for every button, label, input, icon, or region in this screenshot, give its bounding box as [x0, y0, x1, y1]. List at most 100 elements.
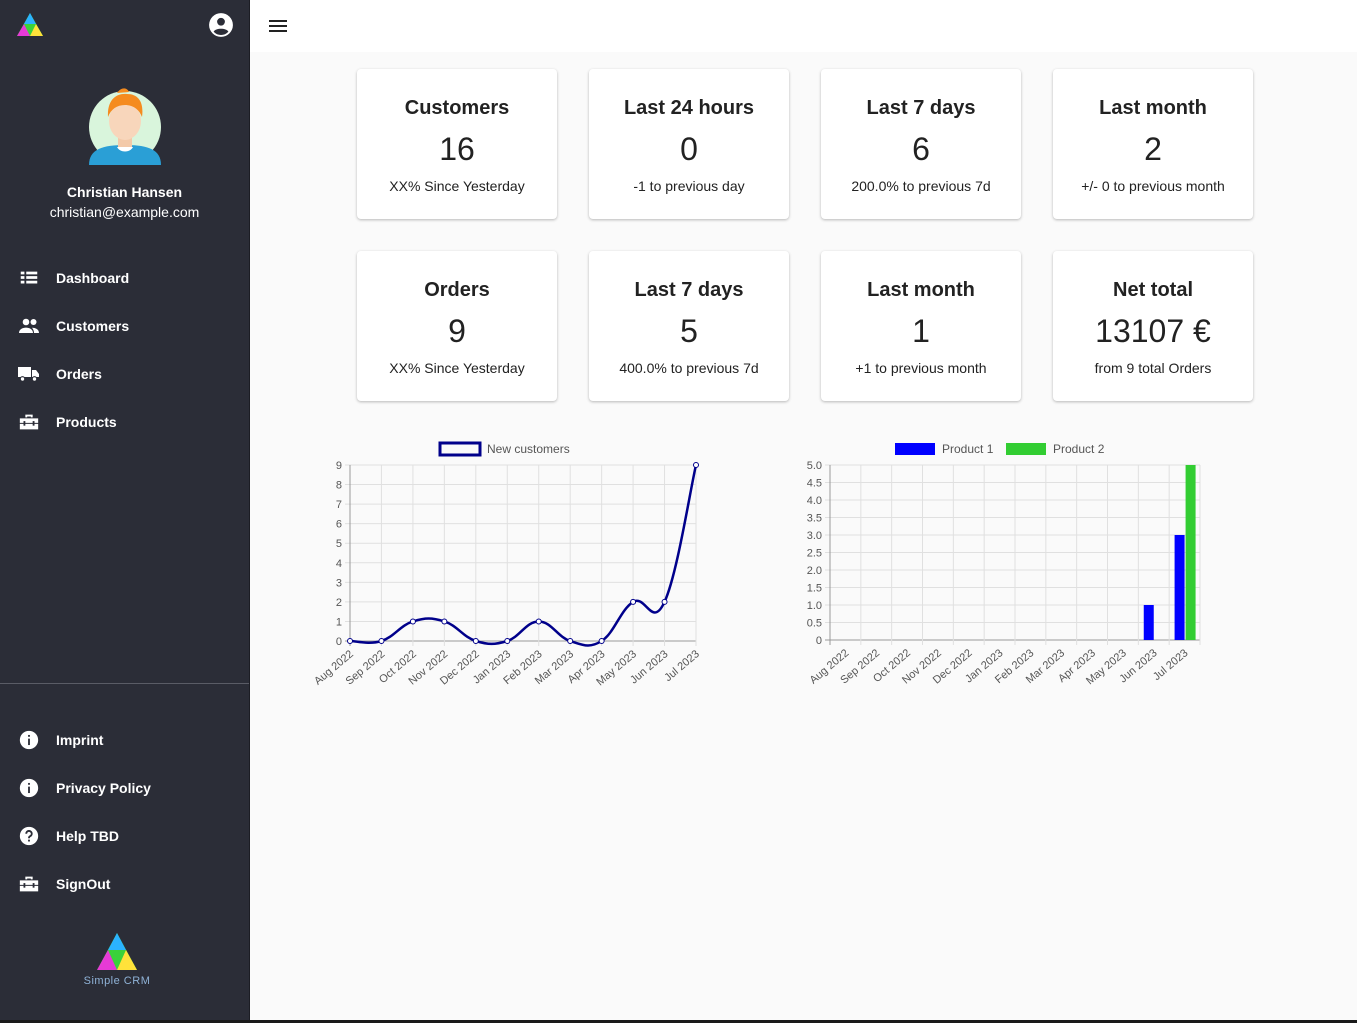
stat-card-customers-month: Last month 2 +/- 0 to previous month [1053, 69, 1253, 219]
card-value: 13107 € [1095, 313, 1211, 349]
y-tick-label: 9 [336, 460, 342, 472]
stat-card-customers-7d: Last 7 days 6 200.0% to previous 7d [821, 69, 1021, 219]
sidebar-item-label: Help TBD [56, 828, 119, 844]
y-tick-label: 3.5 [807, 513, 822, 525]
products-bar-chart: 00.51.01.52.02.53.03.54.04.55.0Aug 2022S… [807, 442, 1201, 687]
bar [1143, 605, 1154, 640]
card-value: 0 [680, 131, 698, 167]
sidebar-item-help[interactable]: Help TBD [0, 816, 249, 856]
card-title: Last 7 days [634, 279, 744, 301]
info-icon [17, 728, 41, 752]
app-logo-icon[interactable] [16, 12, 44, 38]
card-value: 16 [439, 131, 475, 167]
sidebar-item-customers[interactable]: Customers [0, 306, 249, 346]
data-point [409, 618, 416, 625]
card-value: 1 [912, 313, 930, 349]
y-tick-label: 1.5 [807, 583, 822, 595]
data-point [347, 638, 353, 644]
dashboard-icon [17, 266, 41, 290]
y-tick-label: 5.0 [807, 460, 822, 472]
people-icon [17, 314, 41, 338]
card-subtitle: XX% Since Yesterday [389, 360, 525, 376]
stat-card-orders-7d: Last 7 days 5 400.0% to previous 7d [589, 251, 789, 401]
card-title: Last 24 hours [623, 97, 755, 119]
avatar [89, 88, 161, 165]
data-point [630, 598, 637, 605]
card-title: Orders [424, 279, 490, 301]
sidebar-item-signout[interactable]: SignOut [0, 864, 249, 904]
data-point [535, 618, 542, 625]
card-title: Last 7 days [866, 97, 976, 119]
sidebar-item-label: Imprint [56, 732, 104, 748]
x-tick-label: Jul 2023 [662, 648, 702, 684]
legend-swatch [1006, 443, 1046, 455]
series-line [349, 464, 698, 647]
sidebar-item-privacy-policy[interactable]: Privacy Policy [0, 768, 249, 808]
toolbox-icon [17, 872, 41, 896]
data-point [661, 598, 668, 605]
card-title: Customers [404, 97, 510, 119]
legend-swatch [895, 443, 935, 455]
card-title: Net total [1113, 279, 1193, 301]
sidebar-item-label: SignOut [56, 876, 111, 892]
card-subtitle: +1 to previous month [855, 360, 987, 376]
sidebar-item-label: Privacy Policy [56, 780, 151, 796]
data-point [567, 638, 574, 644]
stat-card-customers: Customers 16 XX% Since Yesterday [357, 69, 557, 219]
card-value: 9 [448, 313, 466, 349]
y-tick-label: 5 [336, 538, 342, 550]
sidebar-item-products[interactable]: Products [0, 402, 249, 442]
card-subtitle: 200.0% to previous 7d [851, 178, 991, 194]
y-tick-label: 8 [336, 480, 342, 492]
bar [1174, 535, 1185, 640]
truck-icon [17, 362, 41, 386]
y-tick-label: 0 [336, 636, 342, 648]
sidebar-item-orders[interactable]: Orders [0, 354, 249, 394]
sidebar-divider [0, 683, 249, 684]
sidebar-item-label: Dashboard [56, 270, 130, 286]
sidebar-item-imprint[interactable]: Imprint [0, 720, 249, 760]
y-tick-label: 7 [336, 499, 342, 511]
top-bar [250, 0, 1357, 52]
y-tick-label: 0.5 [807, 618, 822, 630]
card-subtitle: from 9 total Orders [1094, 360, 1212, 376]
account-circle-icon[interactable] [208, 12, 234, 38]
info-icon [17, 776, 41, 800]
legend-swatch [438, 441, 482, 457]
card-subtitle: +/- 0 to previous month [1081, 178, 1225, 194]
card-title: Last month [1099, 97, 1207, 119]
menu-icon[interactable] [266, 14, 290, 38]
sidebar-item-label: Customers [56, 318, 130, 334]
card-subtitle: XX% Since Yesterday [389, 178, 525, 194]
brand-logo-icon [97, 933, 137, 970]
legend-label: Product 2 [1053, 442, 1105, 456]
bar [1185, 465, 1196, 640]
stat-card-orders: Orders 9 XX% Since Yesterday [357, 251, 557, 401]
y-tick-label: 4.0 [807, 495, 822, 507]
y-tick-label: 1 [336, 616, 342, 628]
y-tick-label: 2.0 [807, 565, 822, 577]
y-tick-label: 4.5 [807, 478, 822, 490]
stat-card-customers-24h: Last 24 hours 0 -1 to previous day [589, 69, 789, 219]
user-email: christian@example.com [49, 204, 200, 220]
stat-card-net-total: Net total 13107 € from 9 total Orders [1053, 251, 1253, 401]
brand-name: Simple CRM [83, 975, 151, 987]
x-tick-label: Jul 2023 [1151, 647, 1191, 683]
y-tick-label: 2 [336, 597, 342, 609]
y-tick-label: 3 [336, 577, 342, 589]
y-tick-label: 4 [336, 558, 342, 570]
y-tick-label: 6 [336, 519, 342, 531]
sidebar-item-dashboard[interactable]: Dashboard [0, 258, 249, 298]
stat-card-orders-month: Last month 1 +1 to previous month [821, 251, 1021, 401]
data-point [441, 618, 448, 625]
help-icon [17, 824, 41, 848]
data-point [504, 638, 511, 644]
y-tick-label: 3.0 [807, 530, 822, 542]
toolbox-icon [17, 410, 41, 434]
card-value: 5 [680, 313, 698, 349]
data-point [378, 638, 385, 644]
legend-label: Product 1 [942, 442, 994, 456]
sidebar-item-label: Products [56, 414, 117, 430]
legend-label: New customers [487, 442, 570, 456]
card-value: 2 [1144, 131, 1162, 167]
